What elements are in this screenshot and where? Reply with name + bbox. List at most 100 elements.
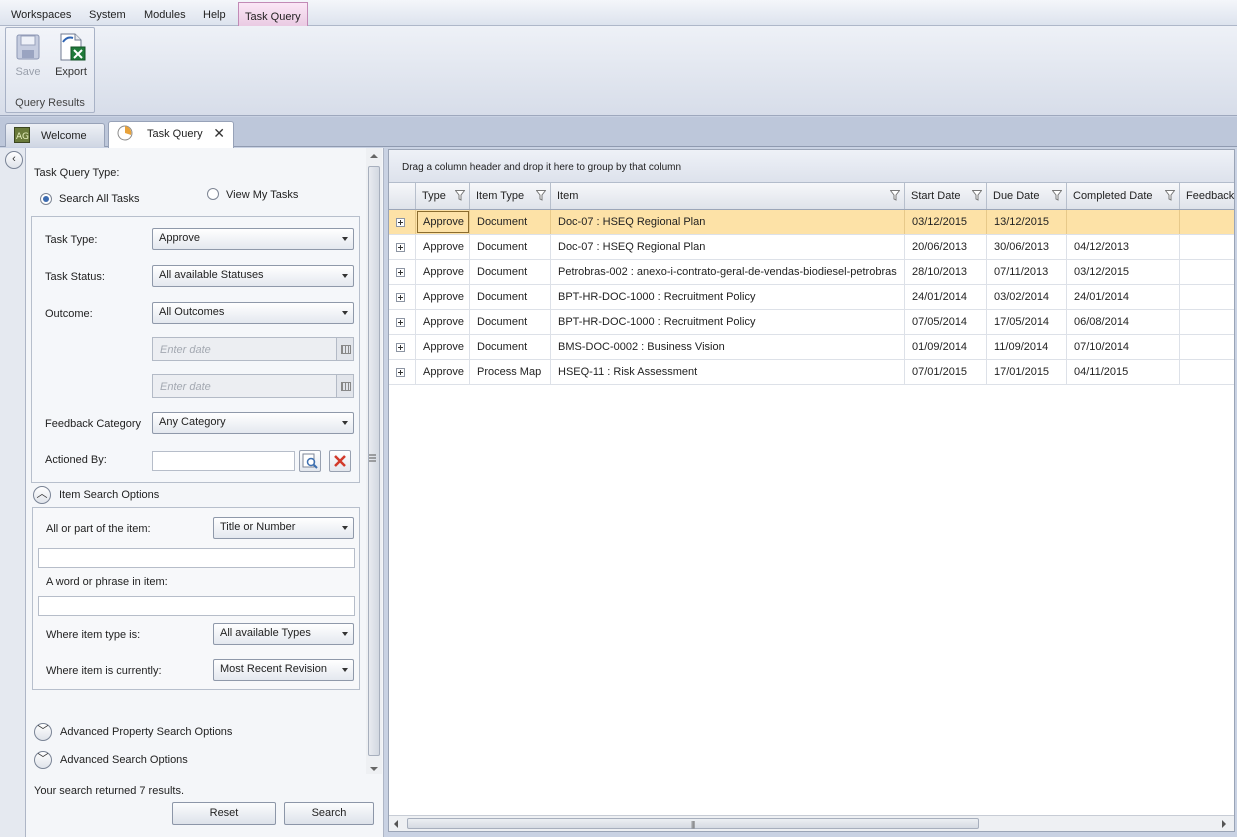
adv-property-search-header[interactable]: Advanced Property Search Options [60, 726, 232, 738]
close-tab-icon[interactable]: ✕ [213, 122, 225, 144]
task-type-select[interactable]: Approve [152, 228, 354, 250]
column-header-type[interactable]: Type [416, 183, 470, 209]
adv-search-header[interactable]: Advanced Search Options [60, 754, 188, 766]
filter-funnel-icon[interactable] [890, 190, 900, 201]
expand-plus-icon[interactable] [396, 243, 405, 252]
cell-item: Doc-07 : HSEQ Regional Plan [551, 210, 905, 234]
horizontal-scroll-thumb[interactable]: ||| [407, 818, 979, 829]
filter-funnel-icon[interactable] [536, 190, 546, 201]
item-current-select[interactable]: Most Recent Revision [213, 659, 354, 681]
table-row[interactable]: Approve Document Doc-07 : HSEQ Regional Pl… [389, 235, 1234, 260]
row-expander-cell[interactable] [389, 360, 416, 384]
calendar-icon[interactable] [336, 375, 353, 397]
feedback-category-value: Any Category [159, 416, 226, 428]
panel-splitter-grip-icon[interactable] [368, 452, 380, 466]
clear-user-button[interactable] [329, 450, 351, 472]
scroll-left-icon[interactable] [394, 820, 398, 828]
item-type-value: All available Types [220, 627, 311, 639]
menu-help[interactable]: Help [197, 0, 232, 26]
calendar-icon[interactable] [336, 338, 353, 360]
table-row[interactable]: Approve Document BPT-HR-DOC-1000 : Recruit… [389, 310, 1234, 335]
cell-start-date: 20/06/2013 [905, 235, 987, 259]
row-expander-cell[interactable] [389, 310, 416, 334]
menu-modules[interactable]: Modules [138, 0, 192, 26]
column-header-feedback[interactable]: Feedback [1180, 183, 1237, 209]
item-text-input[interactable] [38, 548, 355, 568]
task-status-select[interactable]: All available Statuses [152, 265, 354, 287]
scroll-up-icon[interactable] [370, 154, 378, 158]
date-from-field[interactable]: Enter date [152, 337, 354, 361]
expand-plus-icon[interactable] [396, 318, 405, 327]
all-part-select[interactable]: Title or Number [213, 517, 354, 539]
item-type-select[interactable]: All available Types [213, 623, 354, 645]
filter-funnel-icon[interactable] [1052, 190, 1062, 201]
menu-task-query[interactable]: Task Query [238, 2, 308, 27]
cell-item-type: Document [470, 285, 551, 309]
row-expander-cell[interactable] [389, 235, 416, 259]
table-row[interactable]: Approve Document BMS-DOC-0002 : Business V… [389, 335, 1234, 360]
collapse-panel-icon[interactable]: ‹ [5, 151, 23, 169]
date-to-field[interactable]: Enter date [152, 374, 354, 398]
cell-completed-date: 06/08/2014 [1067, 310, 1180, 334]
radio-view-my-tasks[interactable] [207, 188, 219, 200]
expand-plus-icon[interactable] [396, 218, 405, 227]
scroll-down-icon[interactable] [370, 767, 378, 771]
grid-horizontal-scrollbar[interactable]: ||| [389, 815, 1234, 831]
menu-bar: Workspaces System Modules Help Task Quer… [0, 0, 1237, 27]
table-row[interactable]: Approve Document BPT-HR-DOC-1000 : Recruit… [389, 285, 1234, 310]
column-header-item-type[interactable]: Item Type [470, 183, 551, 209]
column-header-label: Item Type [476, 190, 525, 202]
collapse-item-search-icon[interactable]: ︿ [33, 486, 51, 504]
cell-due-date: 07/11/2013 [987, 260, 1067, 284]
filter-funnel-icon[interactable] [1165, 190, 1175, 201]
item-search-header[interactable]: Item Search Options [59, 489, 159, 501]
result-count-text: Your search returned 7 results. [34, 785, 185, 797]
tab-welcome[interactable]: AG Welcome [5, 123, 105, 147]
row-expander-cell[interactable] [389, 210, 416, 234]
scroll-right-icon[interactable] [1222, 820, 1226, 828]
reset-button[interactable]: Reset [172, 802, 276, 825]
column-header-item[interactable]: Item [551, 183, 905, 209]
column-header-expand[interactable] [389, 183, 416, 209]
column-header-due-date[interactable]: Due Date [987, 183, 1067, 209]
cell-type: Approve [416, 210, 470, 234]
filter-funnel-icon[interactable] [455, 190, 465, 201]
export-button[interactable]: Export [51, 32, 91, 78]
outcome-select[interactable]: All Outcomes [152, 302, 354, 324]
row-expander-cell[interactable] [389, 260, 416, 284]
column-header-label: Feedback [1186, 190, 1235, 202]
menu-workspaces[interactable]: Workspaces [5, 0, 77, 26]
table-row[interactable]: Approve Document Petrobras-002 : anexo-i-c… [389, 260, 1234, 285]
expand-adv-property-icon[interactable]: ﹀ [34, 723, 52, 741]
cell-feedback [1180, 335, 1237, 359]
save-button[interactable]: Save [8, 32, 48, 78]
table-row[interactable]: Approve Process Map HSEQ-11 : Risk Assessm… [389, 360, 1234, 385]
group-by-area[interactable]: Drag a column header and drop it here to… [389, 150, 1234, 183]
actioned-by-input[interactable] [152, 451, 295, 471]
row-expander-cell[interactable] [389, 335, 416, 359]
filter-funnel-icon[interactable] [972, 190, 982, 201]
task-criteria-box: Task Type: Approve Task Status: All avai… [31, 216, 360, 483]
feedback-category-select[interactable]: Any Category [152, 412, 354, 434]
expand-plus-icon[interactable] [396, 368, 405, 377]
cell-type: Approve [416, 260, 470, 284]
save-label: Save [15, 66, 41, 78]
search-button[interactable]: Search [284, 802, 374, 825]
lookup-user-button[interactable] [299, 450, 321, 472]
actioned-by-label: Actioned By: [45, 454, 107, 466]
expand-plus-icon[interactable] [396, 268, 405, 277]
column-header-completed-date[interactable]: Completed Date [1067, 183, 1180, 209]
tab-task-query[interactable]: Task Query ✕ [108, 121, 234, 148]
column-header-start-date[interactable]: Start Date [905, 183, 987, 209]
radio-search-all-tasks[interactable] [40, 193, 52, 205]
menu-system[interactable]: System [83, 0, 132, 26]
row-expander-cell[interactable] [389, 285, 416, 309]
expand-plus-icon[interactable] [396, 343, 405, 352]
cell-start-date: 28/10/2013 [905, 260, 987, 284]
expand-adv-search-icon[interactable]: ﹀ [34, 751, 52, 769]
expand-plus-icon[interactable] [396, 293, 405, 302]
word-phrase-input[interactable] [38, 596, 355, 616]
cell-completed-date: 04/12/2013 [1067, 235, 1180, 259]
table-row[interactable]: Approve Document Doc-07 : HSEQ Regional Pl… [389, 210, 1234, 235]
cell-item: Petrobras-002 : anexo-i-contrato-geral-d… [551, 260, 905, 284]
